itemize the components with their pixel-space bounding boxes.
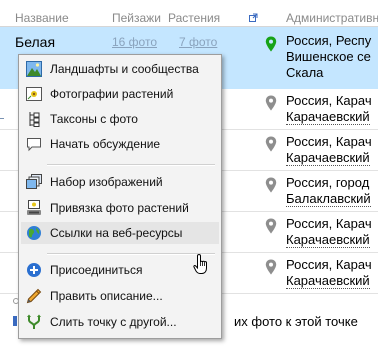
map-pin-icon[interactable]	[265, 36, 277, 52]
region-text: Россия, Карач Карачаевский	[286, 93, 372, 125]
comment-icon	[27, 138, 41, 152]
table-header: Название Пейзажи Растения Административн	[0, 0, 378, 27]
menu-item-join[interactable]: Присоединиться	[21, 259, 219, 281]
photo-hint-text: их фото к этой точке	[234, 314, 358, 329]
plus-circle-icon	[27, 263, 41, 277]
column-header-landscapes[interactable]: Пейзажи	[112, 11, 161, 25]
menu-item-web-links[interactable]: Ссылки на веб-ресурсы	[21, 222, 219, 244]
map-pin-icon[interactable]	[265, 177, 277, 193]
map-pin-icon[interactable]	[265, 259, 277, 275]
hand-cursor-icon	[193, 253, 207, 274]
globe-icon	[27, 226, 41, 240]
taxa-tree-icon	[29, 112, 40, 127]
menu-item-image-set[interactable]: Набор изображений	[21, 171, 219, 193]
landscapes-photos-link[interactable]: 16 фото	[112, 35, 157, 49]
plant-photo-icon	[26, 87, 42, 101]
point-name[interactable]: Белая	[15, 34, 55, 50]
map-pin-icon[interactable]	[265, 95, 277, 111]
menu-item-plant-photos[interactable]: Фотографии растений	[21, 83, 219, 105]
context-menu: Ландшафты и сообщества Фотографии растен…	[18, 54, 222, 339]
menu-item-merge-point[interactable]: Слить точку с другой...	[21, 311, 219, 333]
column-header-plants[interactable]: Растения	[168, 11, 220, 25]
menu-item-photo-link[interactable]: Привязка фото растений	[21, 197, 219, 219]
region-text: Россия, Карач Карачаевский	[286, 134, 372, 166]
region-text: Россия, Респу Вишенское се Скала	[286, 33, 372, 80]
menu-item-edit-description[interactable]: Править описание...	[21, 285, 219, 307]
menu-separator	[47, 164, 215, 166]
map-pin-icon[interactable]	[265, 136, 277, 152]
plants-photos-link[interactable]: 7 фото	[179, 35, 217, 49]
column-header-name[interactable]: Название	[15, 11, 69, 25]
menu-item-discussion[interactable]: Начать обсуждение	[21, 133, 219, 155]
region-text: Россия, город Балаклавский	[286, 175, 371, 207]
image-set-icon	[26, 174, 42, 189]
partial-link	[13, 316, 17, 326]
map-pin-icon[interactable]	[265, 218, 277, 234]
photo-link-icon	[27, 200, 41, 215]
row-marker	[0, 118, 4, 119]
menu-item-taxa[interactable]: Таксоны с фото	[21, 108, 219, 130]
menu-item-landscapes[interactable]: Ландшафты и сообщества	[21, 58, 219, 80]
pencil-icon	[26, 288, 42, 304]
column-header-admin[interactable]: Административн	[286, 11, 378, 25]
external-link-icon[interactable]	[249, 13, 258, 22]
region-text: Россия, Карач Карачаевский	[286, 257, 372, 289]
merge-icon	[27, 314, 41, 329]
region-text: Россия, Карач Карачаевский	[286, 216, 372, 248]
landscape-icon	[26, 61, 42, 77]
menu-separator	[47, 253, 215, 255]
